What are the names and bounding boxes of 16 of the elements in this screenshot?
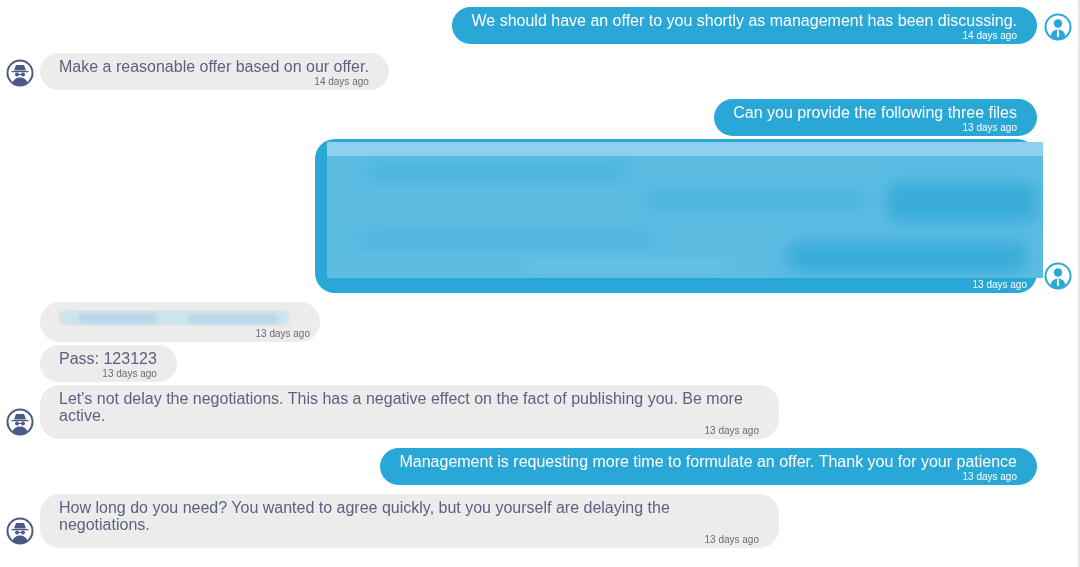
- message-time: 13 days ago: [102, 368, 157, 379]
- message-time: 13 days ago: [962, 122, 1017, 133]
- message-time: 14 days ago: [314, 76, 369, 87]
- message-time: 13 days ago: [704, 425, 759, 436]
- message-text: Let's not delay the negotiations. This has a negative effect on the fact of publishing you. Be more active.: [59, 390, 744, 424]
- message-time: 14 days ago: [962, 30, 1017, 41]
- message-time: 13 days ago: [255, 328, 310, 339]
- message-text: Pass: 123123: [59, 350, 157, 367]
- message-time: 13 days ago: [704, 534, 759, 545]
- message-text: How long do you need? You wanted to agree quickly, but you yourself are delaying the negotiations.: [59, 499, 671, 533]
- message-time: 13 days ago: [962, 471, 1017, 482]
- message-time: 13 days ago: [972, 279, 1027, 290]
- message-text: Can you provide the following three files: [733, 104, 1017, 121]
- message-text: Management is requesting more time to formulate an offer. Thank you for your patience: [399, 453, 1017, 470]
- message-text: We should have an offer to you shortly as management has been discussing.: [471, 12, 1017, 29]
- message-text: Make a reasonable offer based on our offer.: [59, 58, 369, 75]
